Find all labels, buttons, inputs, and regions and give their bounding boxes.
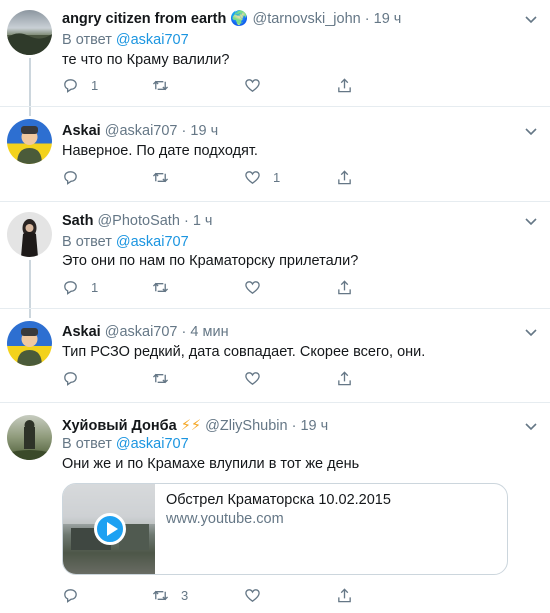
reply-button[interactable] (62, 369, 91, 387)
timestamp[interactable]: 19 ч (374, 11, 402, 27)
like-count: 1 (273, 169, 281, 185)
retweet-icon (152, 590, 169, 600)
timestamp[interactable]: 1 ч (193, 213, 213, 229)
like-icon (245, 280, 260, 294)
share-icon (338, 370, 351, 385)
dot-separator: · (291, 418, 297, 434)
reply-button[interactable] (62, 168, 91, 186)
share-button[interactable] (336, 369, 353, 387)
dot-separator: · (364, 11, 370, 27)
share-icon (338, 587, 351, 602)
like-icon (245, 588, 260, 602)
tweet-text: Это они по нам по Краматорску прилетали? (62, 253, 359, 269)
reply-mention-link[interactable]: @askai707 (116, 436, 189, 452)
video-thumbnail[interactable] (63, 484, 155, 574)
tweet[interactable]: angry citizen from earth 🌍 @tarnovski_jo… (0, 0, 550, 106)
chevron-down-icon[interactable] (524, 214, 538, 228)
handle[interactable]: @tarnovski_john (253, 11, 361, 27)
reply-count: 1 (91, 279, 99, 295)
card-title: Обстрел Краматорска 10.02.2015 (166, 492, 391, 508)
like-icon (245, 78, 260, 92)
display-name[interactable]: Хуйовый Донба (62, 418, 177, 434)
chevron-down-icon[interactable] (524, 124, 538, 138)
retweet-count: 3 (181, 587, 189, 603)
handle[interactable]: @askai707 (105, 123, 178, 139)
card-url: www.youtube.com (166, 511, 284, 527)
tweet[interactable]: Askai @askai707 · 4 мин Тип РСЗО редкий,… (0, 309, 550, 402)
display-name[interactable]: Askai (62, 324, 101, 340)
like-button[interactable] (244, 586, 273, 604)
retweet-button[interactable] (152, 278, 181, 296)
like-button[interactable] (244, 278, 273, 296)
retweet-button[interactable] (152, 369, 181, 387)
chevron-down-icon[interactable] (524, 12, 538, 26)
reply-icon (64, 371, 77, 386)
like-icon (245, 371, 260, 385)
globe-emoji: 🌍 (230, 11, 249, 27)
display-name[interactable]: angry citizen from earth (62, 11, 226, 27)
handle[interactable]: @askai707 (105, 324, 178, 340)
retweet-icon (152, 80, 169, 90)
reply-count: 1 (91, 77, 99, 93)
timestamp[interactable]: 19 ч (300, 418, 328, 434)
like-button[interactable]: 1 (244, 168, 280, 186)
tweet[interactable]: Askai @askai707 · 19 ч Наверное. По дате… (0, 107, 550, 201)
retweet-icon (152, 172, 169, 182)
chevron-down-icon[interactable] (524, 325, 538, 339)
dot-separator: · (181, 324, 187, 340)
reply-button[interactable]: 1 (62, 278, 98, 296)
reply-icon (64, 280, 77, 295)
handle[interactable]: @PhotoSath (97, 213, 179, 229)
avatar[interactable] (7, 119, 52, 164)
reply-label: В ответ (62, 436, 112, 452)
reply-mention-link[interactable]: @askai707 (116, 32, 189, 48)
tweet-text: Тип РСЗО редкий, дата совпадает. Скорее … (62, 344, 426, 360)
timestamp[interactable]: 19 ч (190, 123, 218, 139)
chevron-down-icon[interactable] (524, 419, 538, 433)
tweet-text: те что по Краму валили? (62, 52, 230, 68)
share-button[interactable] (336, 278, 353, 296)
retweet-button[interactable]: 3 (152, 586, 188, 604)
avatar[interactable] (7, 10, 52, 55)
retweet-button[interactable] (152, 168, 181, 186)
tweet[interactable]: Sath @PhotoSath · 1 ч В ответ @askai707 … (0, 202, 550, 308)
avatar[interactable] (7, 212, 52, 257)
reply-label: В ответ (62, 234, 112, 250)
timestamp[interactable]: 4 мин (190, 324, 228, 340)
share-icon (338, 169, 351, 184)
reply-mention-link[interactable]: @askai707 (116, 234, 189, 250)
like-icon (245, 170, 260, 184)
retweet-button[interactable] (152, 76, 181, 94)
share-button[interactable] (336, 76, 353, 94)
reply-label: В ответ (62, 32, 112, 48)
reply-icon (64, 588, 77, 603)
display-name[interactable]: Askai (62, 123, 101, 139)
share-icon (338, 77, 351, 92)
reply-icon (64, 170, 77, 185)
tweet-text: Наверное. По дате подходят. (62, 143, 258, 159)
lightning-emoji: ⚡⚡ (180, 418, 202, 434)
tweet-text: Они же и по Крамахе влупили в тот же ден… (62, 456, 360, 472)
reply-button[interactable] (62, 586, 91, 604)
avatar[interactable] (7, 415, 52, 460)
dot-separator: · (181, 123, 187, 139)
retweet-icon (152, 282, 169, 292)
handle[interactable]: @ZliyShubin (205, 418, 287, 434)
avatar[interactable] (7, 321, 52, 366)
share-button[interactable] (336, 168, 353, 186)
reply-button[interactable]: 1 (62, 76, 98, 94)
like-button[interactable] (244, 369, 273, 387)
display-name[interactable]: Sath (62, 213, 93, 229)
retweet-icon (152, 373, 169, 383)
share-icon (338, 279, 351, 294)
link-card[interactable]: Обстрел Краматорска 10.02.2015 www.youtu… (62, 483, 508, 575)
dot-separator: · (183, 213, 189, 229)
like-button[interactable] (244, 76, 273, 94)
share-button[interactable] (336, 586, 353, 604)
play-icon[interactable] (94, 513, 126, 545)
reply-icon (64, 78, 77, 93)
